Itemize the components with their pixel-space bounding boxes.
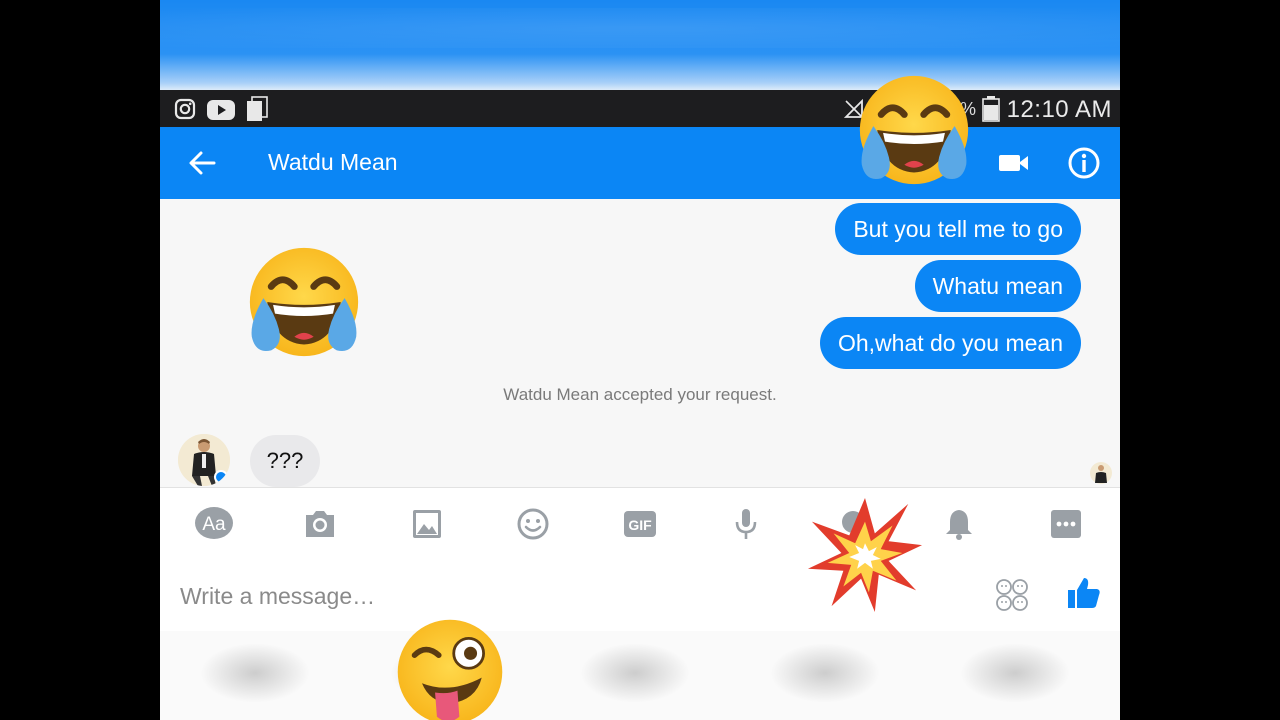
blurred-top-area: [160, 0, 1120, 90]
outgoing-message[interactable]: Oh,what do you mean: [819, 317, 1081, 369]
conversation-header: Watdu Mean: [160, 127, 1120, 199]
gif-label: GIF: [628, 517, 652, 533]
stickers-icon[interactable]: [994, 577, 1030, 613]
recent-apps-icon: [246, 96, 268, 127]
system-message: Watdu Mean accepted your request.: [503, 385, 777, 404]
microphone-icon[interactable]: [726, 505, 766, 543]
blurred-shape: [580, 643, 690, 703]
gif-icon[interactable]: GIF: [620, 505, 660, 543]
message-input[interactable]: [178, 577, 742, 615]
composer-row: [160, 559, 1120, 631]
youtube-icon: [207, 100, 235, 125]
text-mode-label: Aa: [202, 514, 226, 535]
like-thumb-icon[interactable]: [1064, 573, 1104, 613]
battery-icon: [982, 96, 1000, 127]
status-time: 12:10 AM: [1006, 96, 1112, 123]
blurred-bottom-area: [160, 631, 1120, 720]
incoming-message[interactable]: ???: [250, 435, 320, 487]
info-icon[interactable]: [1066, 145, 1102, 181]
read-receipt-avatar: [1090, 461, 1112, 485]
status-bar: % 12:10 AM: [160, 90, 1120, 127]
text-mode-icon[interactable]: Aa: [194, 505, 234, 543]
tears-of-joy-emoji: [246, 244, 362, 360]
blurred-shape: [770, 643, 880, 703]
instagram-icon: [174, 98, 196, 125]
video-call-icon[interactable]: [996, 145, 1032, 181]
emoji-icon[interactable]: [513, 505, 553, 543]
more-icon[interactable]: [1046, 505, 1086, 543]
outgoing-message[interactable]: Whatu mean: [914, 260, 1081, 312]
composer-toolbar: Aa GIF: [160, 487, 1120, 560]
blurred-shape: [200, 643, 310, 703]
phone-screen: % 12:10 AM Watdu Mean But you tell me to…: [160, 0, 1120, 720]
conversation-title[interactable]: Watdu Mean: [268, 149, 398, 176]
avatar[interactable]: [178, 434, 230, 486]
back-arrow-icon[interactable]: [184, 145, 220, 181]
collision-emoji: [806, 496, 924, 614]
outgoing-message[interactable]: But you tell me to go: [835, 203, 1081, 255]
winking-tongue-emoji: [394, 616, 506, 720]
tears-of-joy-emoji: [856, 72, 972, 188]
bell-icon[interactable]: [939, 505, 979, 543]
camera-icon[interactable]: [300, 505, 340, 543]
blurred-shape: [960, 643, 1070, 703]
messenger-badge-icon: [214, 470, 228, 484]
gallery-icon[interactable]: [407, 505, 447, 543]
